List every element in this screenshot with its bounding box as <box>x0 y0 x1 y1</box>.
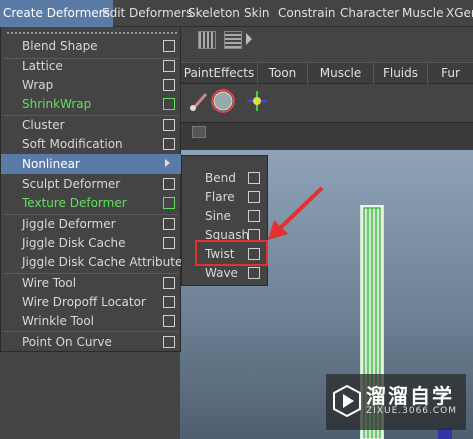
shelf-tab-bar: PaintEffects Toon Muscle Fluids Fur <box>180 62 473 84</box>
menu-item-label: Wrinkle Tool <box>22 314 94 328</box>
menu-muscle[interactable]: Muscle <box>402 0 444 27</box>
menu-item-label: Wrap <box>22 78 54 92</box>
submenu-item-wave[interactable]: Wave <box>182 264 267 283</box>
watermark-title: 溜溜自学 <box>366 384 454 408</box>
option-box-icon[interactable] <box>248 267 260 279</box>
menu-item-blend-shape[interactable]: Blend Shape <box>1 36 182 56</box>
menu-item-label: Jiggle Deformer <box>22 217 116 231</box>
submenu-item-sine[interactable]: Sine <box>182 207 267 226</box>
menu-item-shrinkwrap[interactable]: ShrinkWrap <box>1 94 182 114</box>
menu-create-deformers[interactable]: Create Deformers <box>0 0 113 27</box>
menu-item-wrinkle-tool[interactable]: Wrinkle Tool <box>1 311 182 331</box>
annotation-arrow-icon <box>268 186 324 240</box>
toolbar-icon[interactable] <box>224 31 242 49</box>
shelf-tab-painteffects[interactable]: PaintEffects <box>180 63 257 84</box>
submenu-item-flare[interactable]: Flare <box>182 188 267 207</box>
menu-item-jiggle-deformer[interactable]: Jiggle Deformer <box>1 214 182 234</box>
option-box-icon[interactable] <box>163 296 175 308</box>
menu-item-lattice[interactable]: Lattice <box>1 56 182 76</box>
menu-item-label: Wire Tool <box>22 276 77 290</box>
submenu-item-label: Flare <box>205 190 235 204</box>
menu-skeleton[interactable]: Skeleton <box>188 0 240 27</box>
submenu-item-label: Sine <box>205 209 231 223</box>
menu-item-nonlinear[interactable]: Nonlinear <box>1 154 182 174</box>
menu-item-label: Soft Modification <box>22 137 123 151</box>
menu-item-label: ShrinkWrap <box>22 97 92 111</box>
menu-item-texture-deformer[interactable]: Texture Deformer <box>1 193 182 213</box>
collapse-arrow-icon[interactable] <box>246 33 252 45</box>
menu-item-label: Wire Dropoff Locator <box>22 295 146 309</box>
option-box-icon[interactable] <box>248 172 260 184</box>
menu-bar: Create Deformers Edit Deformers Skeleton… <box>0 0 473 27</box>
menu-edit-deformers[interactable]: Edit Deformers <box>102 0 192 27</box>
submenu-item-bend[interactable]: Bend <box>182 169 267 188</box>
watermark-logo-icon <box>333 384 361 418</box>
paint-brush-icon[interactable] <box>188 90 210 112</box>
shelf-icon-row <box>180 84 473 122</box>
shelf-tab-muscle[interactable]: Muscle <box>307 63 373 84</box>
watermark-url: ZIXUE.3066.COM <box>366 406 458 416</box>
create-deformers-dropdown: Blend Shape Lattice Wrap ShrinkWrap Clus… <box>0 27 189 352</box>
menu-item-label: Jiggle Disk Cache Attributes <box>22 255 189 269</box>
menu-item-jiggle-disk-cache[interactable]: Jiggle Disk Cache <box>1 233 182 253</box>
menu-character[interactable]: Character <box>340 0 399 27</box>
option-box-icon[interactable] <box>163 218 175 230</box>
annotation-highlight-box <box>195 240 268 266</box>
option-box-icon[interactable] <box>163 178 175 190</box>
option-box-icon[interactable] <box>163 197 175 209</box>
menu-item-sculpt-deformer[interactable]: Sculpt Deformer <box>1 174 182 194</box>
menu-item-wire-tool[interactable]: Wire Tool <box>1 273 182 293</box>
menu-constrain[interactable]: Constrain <box>278 0 336 27</box>
menu-item-label: Jiggle Disk Cache <box>22 236 126 250</box>
option-box-icon[interactable] <box>248 191 260 203</box>
submenu-item-label: Bend <box>205 171 236 185</box>
menu-item-soft-modification[interactable]: Soft Modification <box>1 134 182 154</box>
menu-skin[interactable]: Skin <box>244 0 270 27</box>
option-box-icon[interactable] <box>163 315 175 327</box>
watermark: 溜溜自学 ZIXUE.3066.COM <box>326 374 466 430</box>
shelf-top-area <box>180 27 473 62</box>
menu-xgen[interactable]: XGen <box>446 0 473 27</box>
option-box-icon[interactable] <box>163 79 175 91</box>
toolbar-icon[interactable] <box>198 31 216 49</box>
menu-item-label: Texture Deformer <box>22 196 127 210</box>
menu-item-wrap[interactable]: Wrap <box>1 75 182 95</box>
menu-item-label: Nonlinear <box>22 157 80 171</box>
viewport-icon[interactable] <box>192 126 206 138</box>
shelf-tab-fluids[interactable]: Fluids <box>373 63 427 84</box>
option-box-icon[interactable] <box>163 138 175 150</box>
shelf-tab-toon[interactable]: Toon <box>257 63 307 84</box>
option-box-icon[interactable] <box>163 237 175 249</box>
option-box-icon[interactable] <box>163 336 175 348</box>
option-box-icon[interactable] <box>163 277 175 289</box>
menu-item-label: Lattice <box>22 59 63 73</box>
menu-item-label: Point On Curve <box>22 335 112 349</box>
menu-item-label: Cluster <box>22 118 65 132</box>
option-box-icon[interactable] <box>163 40 175 52</box>
nonlinear-submenu: Bend Flare Sine Squash Twist Wave <box>181 155 268 286</box>
option-box-icon[interactable] <box>163 60 175 72</box>
viewport-toolbar <box>180 122 473 150</box>
option-box-icon[interactable] <box>163 98 175 110</box>
menu-item-jiggle-disk-cache-attributes[interactable]: Jiggle Disk Cache Attributes <box>1 252 189 272</box>
menu-item-cluster[interactable]: Cluster <box>1 115 182 135</box>
menu-item-wire-dropoff-locator[interactable]: Wire Dropoff Locator <box>1 292 182 312</box>
submenu-item-label: Wave <box>205 266 238 280</box>
menu-item-label: Blend Shape <box>22 39 98 53</box>
menu-item-point-on-curve[interactable]: Point On Curve <box>1 332 182 352</box>
shelf-tab-fur[interactable]: Fur <box>427 63 473 84</box>
submenu-arrow-icon <box>165 159 170 167</box>
move-tool-icon[interactable] <box>244 88 270 114</box>
sphere-tool-icon[interactable] <box>210 88 236 114</box>
option-box-icon[interactable] <box>163 119 175 131</box>
option-box-icon[interactable] <box>248 210 260 222</box>
menu-item-label: Sculpt Deformer <box>22 177 121 191</box>
